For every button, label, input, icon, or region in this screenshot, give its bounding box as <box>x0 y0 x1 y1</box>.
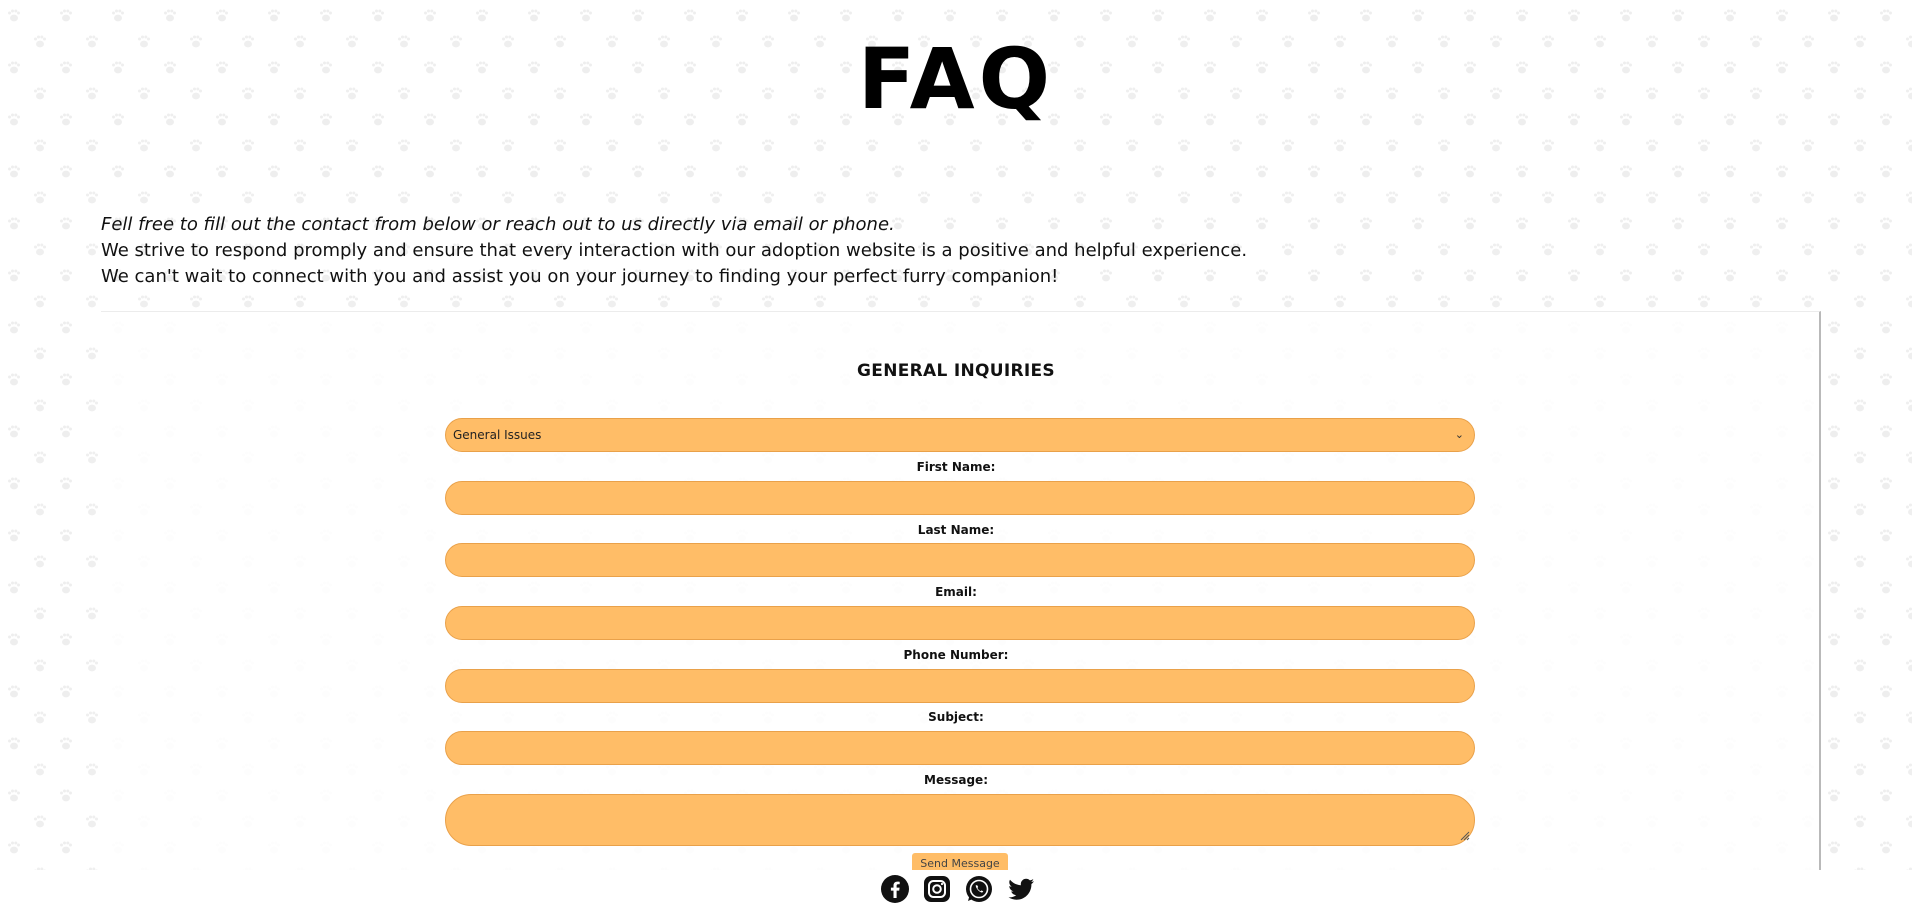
email-label: Email: <box>935 585 977 599</box>
inquiry-category-value: General Issues <box>453 428 542 442</box>
message-textarea[interactable] <box>445 794 1475 846</box>
phone-label: Phone Number: <box>903 648 1009 662</box>
resize-handle-icon[interactable] <box>1458 829 1470 841</box>
last-name-input[interactable] <box>445 543 1475 577</box>
intro-line-3: We can't wait to connect with you and as… <box>101 266 1059 287</box>
inquiry-category-select[interactable]: General Issues ⌄ <box>445 418 1475 452</box>
subject-label: Subject: <box>928 710 984 724</box>
intro-text: Fell free to fill out the contact from b… <box>101 212 1601 290</box>
intro-line-1: Fell free to fill out the contact from b… <box>101 214 895 235</box>
message-label: Message: <box>924 773 988 787</box>
email-input[interactable] <box>445 606 1475 640</box>
instagram-icon[interactable] <box>922 874 952 904</box>
faq-page: FAQ Fell free to fill out the contact fr… <box>0 0 1912 916</box>
twitter-icon[interactable] <box>1006 874 1036 904</box>
form-title: GENERAL INQUIRIES <box>857 361 1055 381</box>
last-name-label: Last Name: <box>917 523 995 537</box>
send-message-button[interactable]: Send Message <box>912 853 1008 871</box>
page-title: FAQ <box>857 30 1055 128</box>
first-name-label: First Name: <box>916 460 996 474</box>
phone-input[interactable] <box>445 669 1475 703</box>
intro-line-2: We strive to respond promply and ensure … <box>101 240 1248 261</box>
facebook-icon[interactable] <box>880 874 910 904</box>
whatsapp-icon[interactable] <box>964 874 994 904</box>
chevron-down-icon: ⌄ <box>1454 428 1464 441</box>
subject-input[interactable] <box>445 731 1475 765</box>
first-name-input[interactable] <box>445 481 1475 515</box>
social-links <box>880 874 1036 906</box>
